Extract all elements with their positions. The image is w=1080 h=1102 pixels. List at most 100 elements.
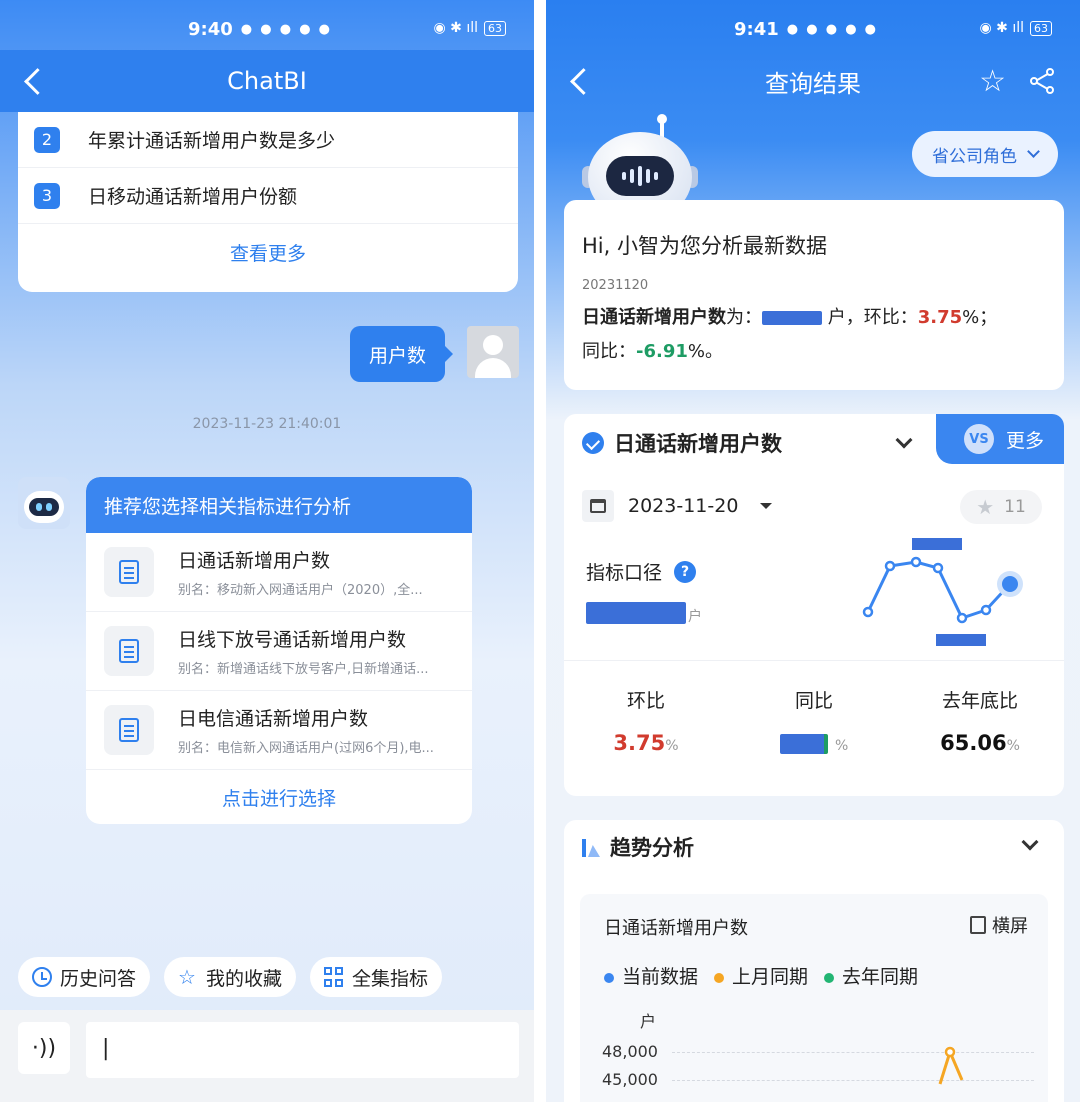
chevron-down-icon bbox=[1027, 144, 1040, 158]
input-bar: ·)) | bbox=[0, 1010, 534, 1102]
recommend-alias: 别名：移动新入网通话用户（2020）,全... bbox=[178, 583, 423, 598]
stat-value: 3.75 bbox=[613, 731, 666, 755]
system-icons: ◉ ✱ ıll 63 bbox=[433, 20, 506, 36]
rotate-screen-icon bbox=[970, 916, 986, 934]
document-icon bbox=[104, 705, 154, 755]
query-result-screen: 9:41 ● ● ● ● ● ◉ ✱ ıll 63 查询结果 ☆ 省公司角色 H… bbox=[546, 0, 1080, 1102]
data-date: 20231120 bbox=[582, 278, 649, 293]
message-timestamp: 2023-11-23 21:40:01 bbox=[192, 416, 342, 432]
y-tick-label: 48,000 bbox=[602, 1042, 658, 1061]
bot-avatar bbox=[18, 477, 70, 529]
y-tick-label: 45,000 bbox=[602, 1070, 658, 1089]
chart-title: 日通话新增用户数 bbox=[604, 918, 748, 939]
recommend-item[interactable]: 日电信通话新增用户数 别名：电信新入网通话用户(过网6个月),电... bbox=[86, 691, 472, 770]
number-badge: 3 bbox=[34, 182, 60, 209]
top-bar: 查询结果 ☆ bbox=[546, 50, 1080, 112]
message-input[interactable]: | bbox=[86, 1022, 519, 1078]
voice-icon[interactable]: ·)) bbox=[18, 1022, 70, 1074]
metric-card: 日通话新增用户数 VS 更多 2023-11-20 ★ 11 指标口径 ? 户 bbox=[564, 414, 1064, 796]
caret-down-icon bbox=[760, 503, 773, 509]
masked-value bbox=[779, 734, 828, 754]
sparkline bbox=[862, 538, 1023, 646]
select-button[interactable]: 点击进行选择 bbox=[86, 770, 472, 824]
back-icon[interactable] bbox=[22, 64, 52, 98]
suggestion-text: 日移动通话新增用户份额 bbox=[88, 186, 298, 208]
trend-card: 趋势分析 日通话新增用户数 横屏 当前数据 上月同期 去年同期 户 48,000… bbox=[564, 820, 1064, 1102]
clock-icon bbox=[32, 967, 52, 987]
page-title: 查询结果 bbox=[765, 69, 861, 98]
legend-item[interactable]: 上月同期 bbox=[714, 962, 808, 989]
summary-text: 日通话新增用户数为： 户，环比：3.75%； 同比：-6.91%。 bbox=[582, 307, 998, 362]
recommend-title: 日线下放号通话新增用户数 bbox=[178, 629, 407, 651]
all-metrics-button[interactable]: 全集指标 bbox=[310, 957, 443, 997]
selected-date: 2023-11-20 bbox=[628, 495, 739, 517]
notification-icons: ● ● ● ● ● bbox=[240, 21, 333, 37]
history-button[interactable]: 历史问答 bbox=[18, 957, 151, 997]
recommend-title: 日通话新增用户数 bbox=[178, 550, 331, 572]
calendar-icon bbox=[582, 490, 614, 522]
favorites-label: 我的收藏 bbox=[206, 967, 283, 990]
view-more-link[interactable]: 查看更多 bbox=[18, 224, 518, 280]
summary-metric: 日通话新增用户数 bbox=[582, 307, 726, 328]
recommend-header: 推荐您选择相关指标进行分析 bbox=[86, 477, 472, 533]
suggestion-item[interactable]: 3 日移动通话新增用户份额 bbox=[18, 168, 518, 224]
chatbi-screen: 9:40 ● ● ● ● ● ◉ ✱ ıll 63 ChatBI 2 年累计通话… bbox=[0, 0, 534, 1102]
vs-icon: VS bbox=[964, 424, 994, 454]
recommend-card: 推荐您选择相关指标进行分析 日通话新增用户数 别名：移动新入网通话用户（2020… bbox=[86, 477, 472, 824]
favorites-button[interactable]: ☆ 我的收藏 bbox=[164, 957, 297, 997]
greeting-card: Hi, 小智为您分析最新数据 20231120 日通话新增用户数为： 户，环比：… bbox=[564, 200, 1064, 390]
stat-value: 65.06 bbox=[940, 731, 1007, 755]
trend-icon bbox=[582, 432, 604, 454]
star-icon: ★ bbox=[976, 495, 995, 519]
y-axis-unit: 户 bbox=[640, 1012, 657, 1031]
recommend-item[interactable]: 日通话新增用户数 别名：移动新入网通话用户（2020）,全... bbox=[86, 533, 472, 612]
document-icon bbox=[104, 547, 154, 597]
legend-item[interactable]: 当前数据 bbox=[604, 962, 698, 989]
role-selector[interactable]: 省公司角色 bbox=[912, 131, 1058, 177]
compare-more-button[interactable]: VS 更多 bbox=[936, 414, 1064, 464]
status-time: 9:41 bbox=[733, 18, 779, 40]
star-icon[interactable]: ☆ bbox=[979, 64, 1006, 99]
recommend-alias: 别名：新增通话线下放号客户,日新增通话... bbox=[178, 662, 429, 677]
share-icon[interactable] bbox=[1030, 68, 1056, 94]
back-icon[interactable] bbox=[568, 64, 598, 98]
help-icon[interactable]: ? bbox=[674, 560, 697, 583]
more-label: 更多 bbox=[1006, 429, 1045, 452]
recommend-title: 日电信通话新增用户数 bbox=[178, 708, 369, 730]
landscape-button[interactable]: 横屏 bbox=[970, 912, 1028, 938]
chevron-down-icon[interactable] bbox=[1021, 833, 1039, 851]
document-icon bbox=[104, 626, 154, 676]
battery-icon: 63 bbox=[1030, 20, 1052, 36]
history-label: 历史问答 bbox=[60, 967, 137, 990]
chevron-down-icon[interactable] bbox=[895, 431, 913, 449]
recommend-alias: 别名：电信新入网通话用户(过网6个月),电... bbox=[178, 741, 434, 756]
page-title: ChatBI bbox=[227, 67, 307, 95]
number-badge: 2 bbox=[34, 126, 60, 153]
metric-title: 日通话新增用户数 bbox=[582, 428, 782, 458]
date-selector[interactable]: 2023-11-20 bbox=[582, 490, 773, 522]
stat-yoy: 同比 % bbox=[734, 686, 894, 755]
user-message-bubble: 用户数 bbox=[350, 326, 453, 382]
stat-mom: 环比 3.75% bbox=[613, 690, 679, 755]
suggestion-item[interactable]: 2 年累计通话新增用户数是多少 bbox=[18, 112, 518, 168]
recommend-item[interactable]: 日线下放号通话新增用户数 别名：新增通话线下放号客户,日新增通话... bbox=[86, 612, 472, 691]
greeting-title: Hi, 小智为您分析最新数据 bbox=[582, 234, 827, 258]
masked-value bbox=[762, 311, 822, 325]
role-label: 省公司角色 bbox=[932, 146, 1017, 167]
status-time: 9:40 bbox=[187, 18, 233, 40]
legend-item[interactable]: 去年同期 bbox=[824, 962, 918, 989]
trend-chart: 日通话新增用户数 横屏 当前数据 上月同期 去年同期 户 48,000 45,0… bbox=[580, 894, 1048, 1102]
trend-title: 趋势分析 bbox=[582, 832, 694, 862]
system-icons: ◉ ✱ ıll 63 bbox=[979, 20, 1052, 36]
favorite-count-button[interactable]: ★ 11 bbox=[960, 490, 1042, 524]
battery-icon: 63 bbox=[484, 20, 506, 36]
value-unit: 户 bbox=[688, 609, 702, 625]
chart-legend: 当前数据 上月同期 去年同期 bbox=[604, 962, 918, 989]
masked-label bbox=[936, 634, 986, 646]
stat-year-end: 去年底比 65.06% bbox=[940, 690, 1020, 755]
summary-mom: 3.75 bbox=[917, 307, 963, 328]
favorite-count: 11 bbox=[1004, 497, 1026, 517]
all-metrics-label: 全集指标 bbox=[352, 967, 429, 990]
masked-label bbox=[912, 538, 962, 550]
series-line bbox=[938, 1046, 964, 1085]
